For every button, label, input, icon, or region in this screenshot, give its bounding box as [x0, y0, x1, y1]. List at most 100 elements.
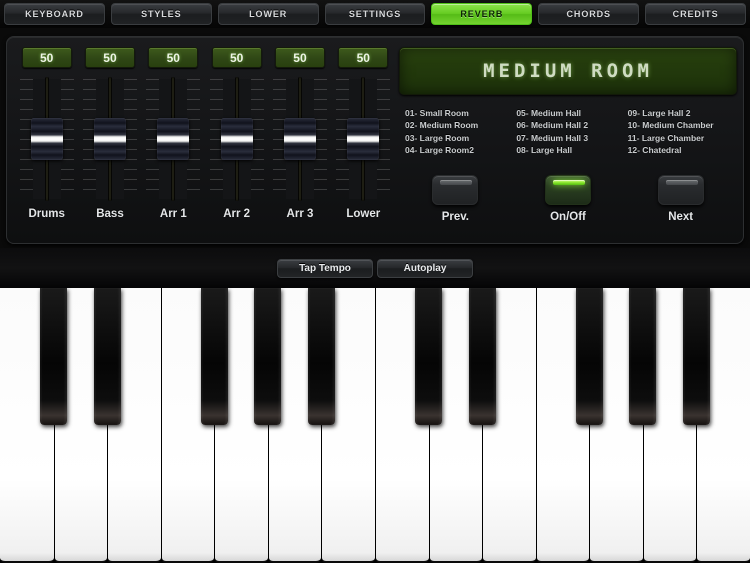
fader-thumb[interactable] — [283, 118, 316, 160]
piano-black-key[interactable] — [93, 288, 121, 425]
fader-value-text: 50 — [356, 50, 370, 65]
fader-value-text: 50 — [166, 50, 180, 65]
fader-value-text: 50 — [39, 50, 54, 65]
autoplay-button[interactable]: Autoplay — [377, 258, 473, 278]
reverb-transport: Prev. On/Off Next — [399, 175, 737, 223]
tab-lower[interactable]: LOWER — [217, 3, 319, 25]
preset-column-1: 01- Small Room 02- Medium Room 03- Large R… — [399, 107, 514, 156]
fader-slot[interactable] — [336, 77, 391, 201]
reverb-display: MEDIUM ROOM — [399, 47, 737, 95]
tab-credits[interactable]: CREDITS — [645, 3, 747, 25]
onoff-label: On/Off — [550, 211, 586, 223]
autoplay-label: Autoplay — [403, 262, 447, 274]
fader-drums: 50 Drums — [15, 47, 78, 237]
preset-item[interactable]: 04- Large Room2 — [405, 144, 514, 156]
tab-keyboard[interactable]: KEYBOARD — [4, 3, 105, 25]
fader-arr-3: 50 Arr 3 — [268, 47, 331, 237]
fader-arr-2: 50 Arr 2 — [205, 47, 268, 237]
preset-column-3: 09- Large Hall 2 10- Medium Chamber 11- La… — [626, 107, 737, 156]
tap-tempo-button[interactable]: Tap Tempo — [277, 258, 373, 278]
fader-label: Arr 3 — [286, 208, 314, 220]
fader-value-readout: 50 — [211, 47, 262, 68]
preset-item[interactable]: 07- Medium Hall 3 — [516, 132, 625, 144]
tab-label: CHORDS — [566, 9, 611, 19]
fader-label: Arr 2 — [223, 208, 251, 220]
tab-label: STYLES — [141, 9, 182, 19]
fader-thumb[interactable] — [347, 118, 380, 160]
onoff-led-icon — [553, 180, 585, 185]
preset-item[interactable]: 11- Large Chamber — [628, 132, 737, 144]
preset-item[interactable]: 02- Medium Room — [405, 119, 514, 131]
piano-black-key[interactable] — [629, 288, 657, 425]
top-tab-bar: KEYBOARD STYLES LOWER SETTINGS REVERB CHORDS C… — [0, 0, 750, 28]
fader-value-text: 50 — [293, 50, 307, 65]
preset-item[interactable]: 06- Medium Hall 2 — [516, 119, 625, 131]
piano-black-key[interactable] — [468, 288, 496, 425]
prev-label: Prev. — [441, 211, 469, 223]
next-button[interactable] — [657, 175, 704, 205]
piano-black-key[interactable] — [415, 288, 443, 425]
onoff-cell: On/Off — [512, 175, 625, 223]
tap-tempo-label: Tap Tempo — [299, 262, 351, 274]
fader-value-readout: 50 — [338, 47, 389, 68]
tab-reverb[interactable]: REVERB — [431, 3, 533, 25]
next-led-icon — [665, 180, 698, 185]
tab-chords[interactable]: CHORDS — [538, 3, 640, 25]
fader-thumb[interactable] — [30, 118, 63, 160]
tab-label: LOWER — [249, 9, 288, 19]
prev-cell: Prev. — [399, 175, 512, 223]
piano-black-key[interactable] — [307, 288, 335, 425]
piano-black-key[interactable] — [254, 288, 282, 425]
preset-item[interactable]: 09- Large Hall 2 — [628, 107, 737, 119]
fader-value-readout: 50 — [84, 47, 135, 68]
preset-item[interactable]: 03- Large Room — [405, 132, 514, 144]
piano-black-key[interactable] — [200, 288, 228, 425]
preset-item[interactable]: 12- Chatedral — [628, 144, 737, 156]
fader-value-text: 50 — [103, 50, 117, 65]
fader-slot[interactable] — [272, 77, 327, 201]
fader-lower: 50 Lower — [332, 47, 395, 237]
tab-label: CREDITS — [672, 9, 719, 19]
preset-column-2: 05- Medium Hall 06- Medium Hall 2 07- Medi… — [514, 107, 625, 156]
preset-item[interactable]: 01- Small Room — [405, 107, 514, 119]
tab-settings[interactable]: SETTINGS — [324, 3, 426, 25]
tab-label: KEYBOARD — [25, 9, 84, 19]
fader-slot[interactable] — [146, 77, 201, 201]
fader-arr-1: 50 Arr 1 — [142, 47, 205, 237]
mixer-faders: 50 Drums 50 Bass 50 Arr 1 50 Arr 2 50 Arr 3 50 Lowe… — [15, 47, 395, 237]
fader-slot[interactable] — [19, 77, 74, 201]
fader-thumb[interactable] — [157, 118, 190, 160]
fader-value-readout: 50 — [274, 47, 325, 68]
preset-list: 01- Small Room 02- Medium Room 03- Large R… — [399, 107, 737, 156]
fader-bass: 50 Bass — [78, 47, 141, 237]
fader-label: Bass — [96, 208, 124, 220]
tempo-bar: Tap Tempo Autoplay — [0, 248, 750, 288]
piano-black-key[interactable] — [575, 288, 603, 425]
piano-black-key[interactable] — [682, 288, 710, 425]
piano-black-key[interactable] — [40, 288, 68, 425]
reverb-panel: 50 Drums 50 Bass 50 Arr 1 50 Arr 2 50 Arr 3 50 Lowe… — [6, 36, 744, 244]
reverb-controls: MEDIUM ROOM 01- Small Room 02- Medium Roo… — [399, 47, 737, 237]
app-root: KEYBOARD STYLES LOWER SETTINGS REVERB CHORDS C… — [0, 0, 750, 563]
fader-label: Drums — [28, 208, 65, 220]
next-cell: Next — [624, 175, 737, 223]
fader-label: Lower — [346, 208, 381, 220]
onoff-button[interactable] — [545, 175, 591, 205]
prev-button[interactable] — [432, 175, 479, 205]
tab-label: REVERB — [460, 9, 504, 19]
preset-item[interactable]: 05- Medium Hall — [516, 107, 625, 119]
tab-styles[interactable]: STYLES — [110, 3, 212, 25]
reverb-display-text: MEDIUM ROOM — [483, 60, 653, 82]
fader-slot[interactable] — [82, 77, 137, 201]
fader-value-readout: 50 — [148, 47, 199, 68]
fader-value-readout: 50 — [21, 47, 72, 68]
preset-item[interactable]: 10- Medium Chamber — [628, 119, 737, 131]
fader-value-text: 50 — [229, 50, 244, 65]
fader-thumb[interactable] — [93, 118, 126, 160]
piano-keyboard — [0, 288, 750, 563]
fader-thumb[interactable] — [220, 118, 253, 160]
next-label: Next — [668, 211, 694, 223]
prev-led-icon — [440, 180, 473, 185]
preset-item[interactable]: 08- Large Hall — [516, 144, 625, 156]
fader-slot[interactable] — [209, 77, 264, 201]
